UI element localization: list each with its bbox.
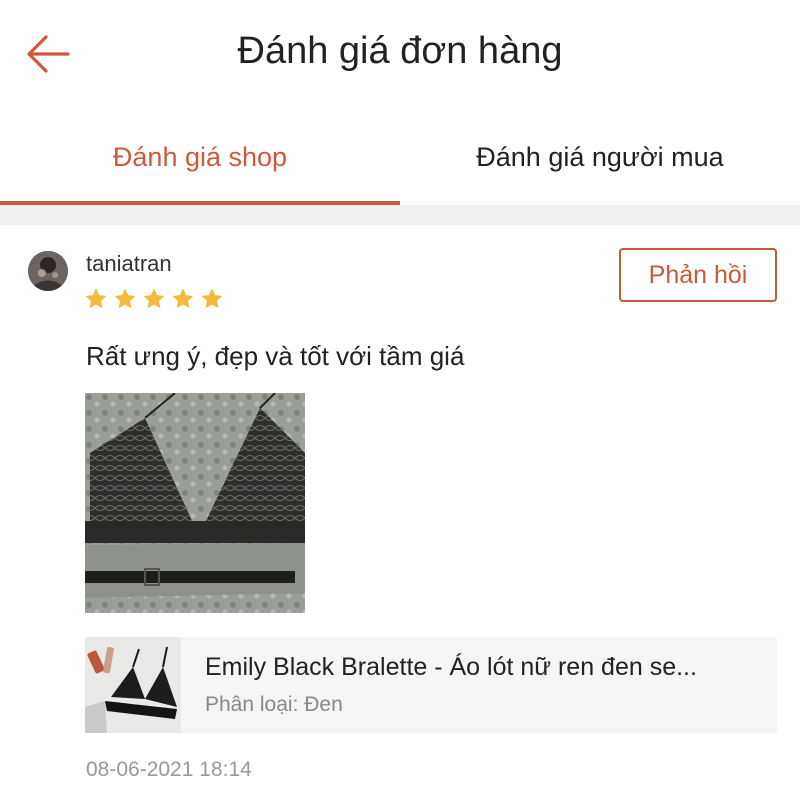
product-name: Emily Black Bralette - Áo lót nữ ren đen… [205, 653, 697, 681]
product-variant: Phân loại: Đen [205, 693, 343, 716]
star-icon [85, 288, 107, 309]
star-icon [172, 288, 194, 309]
tab-buyer-review[interactable]: Đánh giá người mua [400, 110, 800, 205]
section-divider [0, 205, 800, 225]
review-comment: Rất ưng ý, đẹp và tốt với tầm giá [86, 341, 465, 371]
star-icon [114, 288, 136, 309]
star-icon [143, 288, 165, 309]
product-card[interactable]: Emily Black Bralette - Áo lót nữ ren đen… [85, 637, 777, 733]
tab-shop-review[interactable]: Đánh giá shop [0, 110, 400, 205]
avatar[interactable] [28, 251, 68, 291]
star-rating [84, 287, 224, 311]
review-item: taniatran Phản hồi Rất ưng ý, đẹp và tốt… [0, 225, 800, 800]
reply-button[interactable]: Phản hồi [619, 248, 777, 302]
page-title: Đánh giá đơn hàng [237, 30, 563, 72]
star-icon [201, 288, 223, 309]
reviewer-username: taniatran [86, 251, 172, 276]
review-photo[interactable] [85, 392, 305, 613]
header-bar: Đánh giá đơn hàng [0, 0, 800, 110]
product-thumbnail [85, 637, 181, 733]
review-timestamp: 08-06-2021 18:14 [86, 758, 252, 781]
tab-bar: Đánh giá shop Đánh giá người mua [0, 110, 800, 205]
